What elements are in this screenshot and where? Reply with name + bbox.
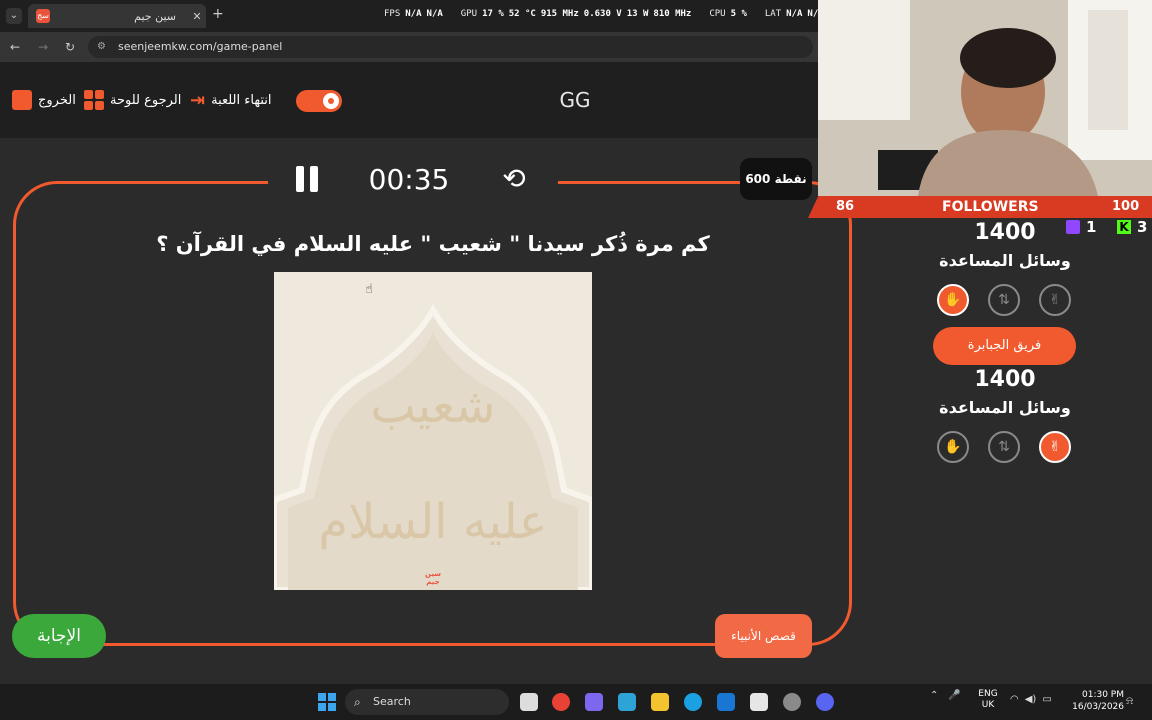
- twitch-count-value: 1: [1086, 218, 1097, 236]
- gpu-temp: 52 °C: [508, 9, 536, 19]
- countdown-timer: 00:35: [368, 163, 450, 196]
- language-indicator[interactable]: ENG UK: [978, 689, 998, 711]
- wifi-icon: ◠: [1010, 694, 1019, 705]
- windows-start-icon[interactable]: [318, 693, 336, 711]
- team2-peace-aid-icon[interactable]: ✌: [1039, 431, 1071, 463]
- image-word-shoaib: شعيب: [370, 378, 496, 434]
- task-view-icon[interactable]: [520, 693, 538, 711]
- cpu-load: 5 %: [730, 9, 747, 19]
- dev-tool-icon[interactable]: [618, 693, 636, 711]
- kick-count: K 3: [1117, 218, 1147, 236]
- performance-overlay: FPS N/A N/A GPU 17 % 52 °C 915 MHz 0.630…: [384, 9, 824, 19]
- language-region: UK: [981, 700, 995, 710]
- category-badge: قصص الأنبياء: [715, 614, 812, 658]
- battery-icon: ▭: [1042, 694, 1052, 705]
- game-name: GG: [559, 88, 591, 112]
- new-tab-icon[interactable]: +: [212, 6, 224, 22]
- edge-icon[interactable]: [684, 693, 702, 711]
- volume-icon: ◀): [1024, 694, 1037, 705]
- browser-tab[interactable]: سج سين جيم ✕: [28, 4, 206, 28]
- exit-button[interactable]: الخروج: [12, 90, 76, 110]
- taskbar-search[interactable]: ⌕ Search: [345, 689, 509, 715]
- fps-value-2: N/A: [426, 9, 443, 19]
- gpu-volt: 0.630 V: [583, 9, 622, 19]
- toggle-knob-icon: [323, 93, 339, 109]
- team2-score: 1400: [974, 367, 1036, 392]
- lat-label: LAT: [764, 9, 782, 19]
- chrome-icon[interactable]: [552, 693, 570, 711]
- fps-label: FPS: [384, 9, 401, 19]
- forward-icon[interactable]: →: [38, 40, 48, 54]
- notification-bell-icon[interactable]: ⍾: [1126, 694, 1133, 708]
- search-placeholder: Search: [373, 695, 411, 708]
- board-grid-icon: [84, 90, 104, 110]
- status-icons[interactable]: ◠ ◀) ▭: [1010, 694, 1052, 705]
- restart-timer-icon[interactable]: ⟲: [498, 163, 530, 195]
- microphone-icon[interactable]: 🎤: [948, 690, 960, 701]
- followers-label: FOLLOWERS: [942, 199, 1039, 215]
- clock-time: 01:30 PM: [1082, 690, 1124, 700]
- gpu-mem: 810 MHz: [653, 9, 692, 19]
- team2-swap-aid-icon[interactable]: ⇅: [988, 431, 1020, 463]
- team1-hand-aid-icon[interactable]: ✋: [937, 284, 969, 316]
- close-tab-icon[interactable]: ✕: [188, 10, 206, 23]
- settings-app-icon[interactable]: [783, 693, 801, 711]
- exit-door-icon: [12, 90, 32, 110]
- exit-label: الخروج: [38, 92, 76, 108]
- gpu-power: 13 W: [626, 9, 649, 19]
- question-text: كم مرة ذُكر سيدنا " شعيب " عليه السلام ف…: [156, 232, 710, 256]
- webcam-feed: [818, 0, 1152, 196]
- followers-goal: 100: [1112, 199, 1140, 214]
- url-input[interactable]: ⚙ seenjeemkw.com/game-panel: [88, 36, 813, 58]
- language-code: ENG: [978, 689, 998, 699]
- settings-toggle[interactable]: [296, 90, 342, 112]
- fps-value: N/A: [405, 9, 422, 19]
- search-icon: ⌕: [354, 695, 361, 709]
- url-text: seenjeemkw.com/game-panel: [118, 40, 283, 53]
- team1-score: 1400: [974, 220, 1036, 245]
- followers-left-count: 86: [836, 199, 855, 214]
- lat-value: N/A: [786, 9, 803, 19]
- team1-helpers-label: وسائل المساعدة: [939, 251, 1071, 270]
- site-favicon-icon: سج: [36, 9, 50, 23]
- image-logo: سين جيم: [424, 570, 442, 586]
- tab-title: سين جيم: [134, 9, 176, 23]
- team2-name-button[interactable]: فريق الجبابرة: [933, 327, 1076, 365]
- show-answer-button[interactable]: الإجابة: [12, 614, 106, 658]
- gpu-label: GPU: [460, 9, 478, 19]
- webcam-scene: [818, 0, 1152, 196]
- team2-helpers-label: وسائل المساعدة: [939, 398, 1071, 417]
- back-icon[interactable]: ←: [10, 40, 20, 54]
- store-icon[interactable]: [750, 693, 768, 711]
- copilot-icon[interactable]: [585, 693, 603, 711]
- outlook-icon[interactable]: [717, 693, 735, 711]
- question-points: 600 نقطة: [740, 158, 812, 200]
- image-word-alayhi-salam: عليه السلام: [318, 494, 548, 550]
- tray-chevron-icon[interactable]: ⌃: [930, 690, 938, 701]
- gpu-clock: 915 MHz: [540, 9, 579, 19]
- back-to-board-button[interactable]: الرجوع للوحة: [84, 90, 181, 110]
- hand-cursor-icon: ☝: [365, 282, 373, 297]
- system-clock[interactable]: 01:30 PM 16/03/2026: [1068, 689, 1124, 713]
- end-game-button[interactable]: ⇥ انتهاء اللعبة: [190, 90, 272, 111]
- team1-peace-aid-icon[interactable]: ✌: [1039, 284, 1071, 316]
- cpu-label: CPU: [709, 9, 726, 19]
- kick-icon: K: [1117, 220, 1131, 234]
- clock-date: 16/03/2026: [1072, 702, 1124, 712]
- discord-icon[interactable]: [816, 693, 834, 711]
- back-to-board-label: الرجوع للوحة: [110, 92, 182, 108]
- end-game-label: انتهاء اللعبة: [211, 93, 272, 108]
- gpu-load: 17 %: [482, 9, 504, 19]
- site-info-icon[interactable]: ⚙: [97, 36, 106, 58]
- end-game-arrow-icon: ⇥: [190, 90, 206, 111]
- system-tray: ⌃ 🎤: [930, 690, 961, 701]
- kick-count-value: 3: [1137, 218, 1148, 236]
- team2-hand-aid-icon[interactable]: ✋: [937, 431, 969, 463]
- team1-swap-aid-icon[interactable]: ⇅: [988, 284, 1020, 316]
- file-explorer-icon[interactable]: [651, 693, 669, 711]
- tab-list-icon[interactable]: ⌄: [6, 8, 22, 24]
- pause-icon[interactable]: [296, 166, 318, 192]
- question-image: شعيب عليه السلام سين جيم: [274, 272, 592, 590]
- reload-icon[interactable]: ↻: [65, 40, 75, 54]
